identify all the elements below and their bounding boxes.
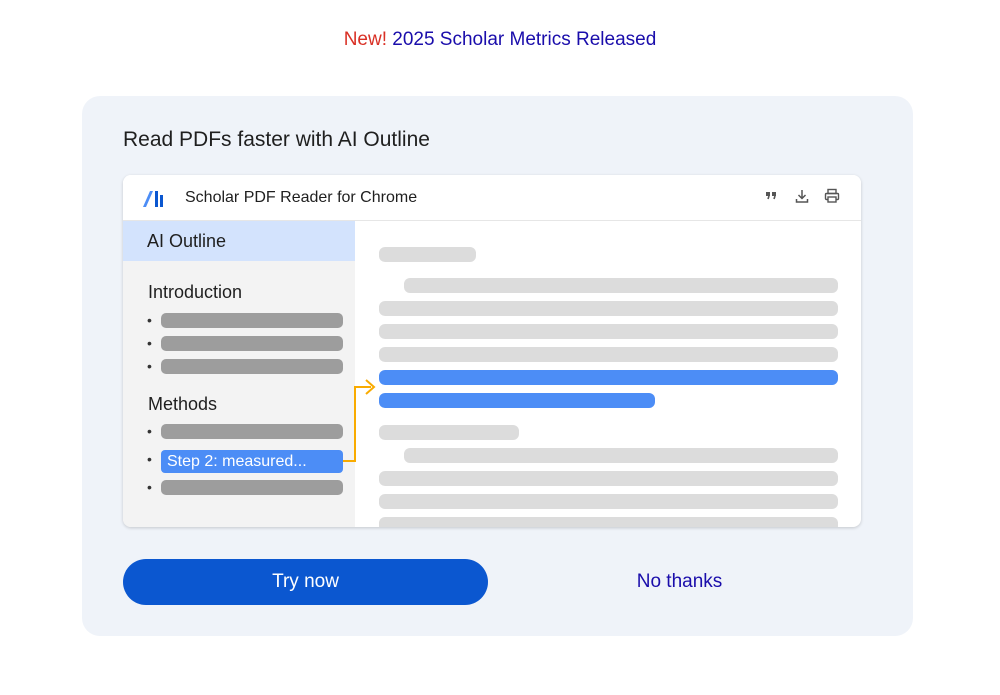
announcement[interactable]: New! 2025 Scholar Metrics Released (0, 29, 1000, 51)
text-line-placeholder (379, 347, 838, 362)
text-line-placeholder (379, 517, 838, 527)
text-line-placeholder (379, 247, 476, 262)
outline-item-placeholder (161, 480, 343, 495)
text-line-placeholder (379, 324, 838, 339)
outline-item-placeholder (161, 359, 343, 374)
highlighted-text-line (379, 370, 838, 385)
outline-item-placeholder (161, 313, 343, 328)
print-icon (823, 187, 841, 205)
bullet: • (147, 358, 152, 374)
section-title-introduction: Introduction (148, 282, 243, 302)
outline-item-placeholder (161, 424, 343, 439)
promo-title: Read PDFs faster with AI Outline (123, 128, 430, 151)
pdf-reader-header: Scholar PDF Reader for Chrome (123, 175, 861, 221)
pdf-reader-preview: Scholar PDF Reader for Chrome AI Outline… (123, 175, 861, 527)
ai-outline-header: AI Outline (123, 221, 355, 261)
promo-card: Read PDFs faster with AI Outline Scholar… (82, 96, 913, 636)
header-icons (763, 187, 841, 205)
no-thanks-button[interactable]: No thanks (497, 559, 862, 605)
highlighted-text-line (379, 393, 655, 408)
bullet: • (147, 451, 152, 467)
quote-icon (763, 187, 781, 205)
text-line-placeholder (379, 471, 838, 486)
text-line-placeholder (379, 301, 838, 316)
bullet: • (147, 335, 152, 351)
announcement-text: 2025 Scholar Metrics Released (392, 29, 657, 50)
section-title-methods: Methods (148, 394, 218, 414)
outline-item-highlighted: Step 2: measured... (161, 450, 343, 473)
pdf-content-preview (356, 221, 861, 527)
text-line-placeholder (404, 448, 838, 463)
download-icon (793, 187, 811, 205)
try-now-button[interactable]: Try now (123, 559, 488, 605)
outline-sidebar: AI Outline Introduction • • • Methods • … (123, 221, 355, 527)
new-label: New! (343, 29, 387, 50)
bullet: • (147, 479, 152, 495)
bullet: • (147, 312, 152, 328)
text-line-placeholder (404, 278, 838, 293)
outline-item-placeholder (161, 336, 343, 351)
pdf-reader-name: Scholar PDF Reader for Chrome (185, 189, 418, 206)
text-line-placeholder (379, 494, 838, 509)
bullet: • (147, 423, 152, 439)
text-line-placeholder (379, 425, 519, 440)
scholar-pdf-logo-icon (143, 191, 163, 207)
ai-outline-label: AI Outline (147, 231, 227, 251)
